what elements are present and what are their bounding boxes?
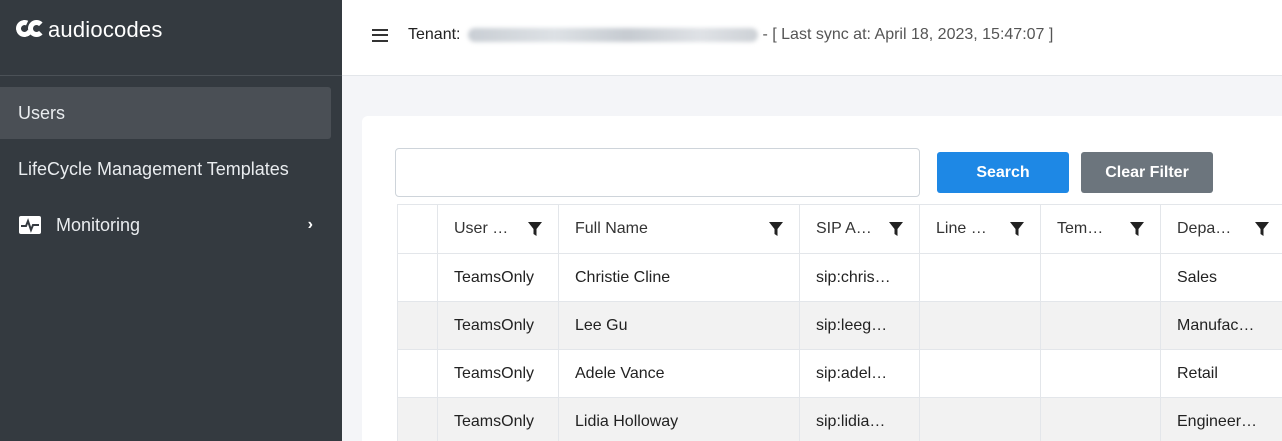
column-header-template[interactable]: Tem… <box>1040 204 1161 254</box>
table-row[interactable]: TeamsOnly Christie Cline sip:chris… Sale… <box>397 253 1282 302</box>
column-header-user-type[interactable]: User … <box>437 204 559 254</box>
column-header-label: Depa… <box>1177 220 1232 237</box>
funnel-icon[interactable] <box>528 221 542 237</box>
search-button[interactable]: Search <box>937 152 1069 193</box>
top-bar: Tenant: - [ Last sync at: April 18, 2023… <box>342 0 1282 76</box>
sidebar-item-monitoring[interactable]: Monitoring › <box>0 199 331 251</box>
cell-template <box>1040 349 1161 398</box>
cell-sip-address: sip:adel… <box>799 349 920 398</box>
sidebar: audiocodes Users LifeCycle Management Te… <box>0 0 342 441</box>
cell-department: Retail <box>1160 349 1282 398</box>
column-header-label: User … <box>454 220 509 237</box>
sidebar-item-label: Monitoring <box>56 214 141 235</box>
cell-full-name: Adele Vance <box>558 349 800 398</box>
table-header-row: User … Full Name SIP A… Line … Tem… Depa… <box>397 204 1282 254</box>
cell-line-uri <box>919 253 1041 302</box>
select-column-header[interactable] <box>397 204 438 254</box>
sidebar-item-label: Users <box>18 102 66 123</box>
cell-sip-address: sip:lidia… <box>799 397 920 441</box>
row-select-cell[interactable] <box>397 397 438 441</box>
cell-user-type: TeamsOnly <box>437 301 559 350</box>
sidebar-item-label: LifeCycle Management Templates <box>18 158 289 179</box>
funnel-icon[interactable] <box>1010 221 1024 237</box>
table-row[interactable]: TeamsOnly Lee Gu sip:leeg… Manufac… <box>397 301 1282 350</box>
funnel-icon[interactable] <box>889 221 903 237</box>
cell-line-uri <box>919 349 1041 398</box>
column-header-full-name[interactable]: Full Name <box>558 204 800 254</box>
brand-name: audiocodes <box>48 17 163 42</box>
tenant-info: Tenant: - [ Last sync at: April 18, 2023… <box>408 26 1053 44</box>
clear-filter-button[interactable]: Clear Filter <box>1081 152 1213 193</box>
column-header-label: Tem… <box>1057 220 1104 237</box>
cell-full-name: Lidia Holloway <box>558 397 800 441</box>
chevron-right-icon: › <box>307 216 313 233</box>
users-card: Search Clear Filter User … Full Name SIP… <box>362 116 1282 441</box>
last-sync-text: - [ Last sync at: April 18, 2023, 15:47:… <box>762 25 1054 43</box>
cell-department: Sales <box>1160 253 1282 302</box>
cell-line-uri <box>919 397 1041 441</box>
tenant-email-redacted <box>468 27 759 42</box>
cell-user-type: TeamsOnly <box>437 253 559 302</box>
cell-template <box>1040 301 1161 350</box>
cell-department: Engineer… <box>1160 397 1282 441</box>
funnel-icon[interactable] <box>769 221 783 237</box>
hamburger-icon[interactable] <box>372 28 388 42</box>
column-header-line-uri[interactable]: Line … <box>919 204 1041 254</box>
monitor-pulse-icon <box>18 215 44 235</box>
search-input[interactable] <box>395 148 920 197</box>
audiocodes-logo-icon <box>13 17 46 40</box>
cell-user-type: TeamsOnly <box>437 397 559 441</box>
column-header-sip-address[interactable]: SIP A… <box>799 204 920 254</box>
row-select-cell[interactable] <box>397 301 438 350</box>
cell-user-type: TeamsOnly <box>437 349 559 398</box>
cell-full-name: Lee Gu <box>558 301 800 350</box>
cell-sip-address: sip:leeg… <box>799 301 920 350</box>
column-header-label: Line … <box>936 220 987 237</box>
users-table: User … Full Name SIP A… Line … Tem… Depa… <box>397 204 1282 441</box>
cell-department: Manufac… <box>1160 301 1282 350</box>
column-header-label: Full Name <box>575 220 648 237</box>
row-select-cell[interactable] <box>397 253 438 302</box>
sidebar-item-users[interactable]: Users <box>0 87 331 139</box>
cell-sip-address: sip:chris… <box>799 253 920 302</box>
brand-logo[interactable]: audiocodes <box>0 0 342 76</box>
funnel-icon[interactable] <box>1130 221 1144 237</box>
row-select-cell[interactable] <box>397 349 438 398</box>
tenant-label: Tenant: <box>408 25 461 43</box>
cell-full-name: Christie Cline <box>558 253 800 302</box>
sidebar-nav: Users LifeCycle Management Templates Mon… <box>0 76 342 251</box>
table-row[interactable]: TeamsOnly Adele Vance sip:adel… Retail <box>397 349 1282 398</box>
cell-template <box>1040 397 1161 441</box>
column-header-label: SIP A… <box>816 220 872 237</box>
column-header-department[interactable]: Depa… <box>1160 204 1282 254</box>
table-row[interactable]: TeamsOnly Lidia Holloway sip:lidia… Engi… <box>397 397 1282 441</box>
funnel-icon[interactable] <box>1255 221 1269 237</box>
cell-template <box>1040 253 1161 302</box>
sidebar-item-lifecycle-templates[interactable]: LifeCycle Management Templates <box>0 143 331 195</box>
cell-line-uri <box>919 301 1041 350</box>
